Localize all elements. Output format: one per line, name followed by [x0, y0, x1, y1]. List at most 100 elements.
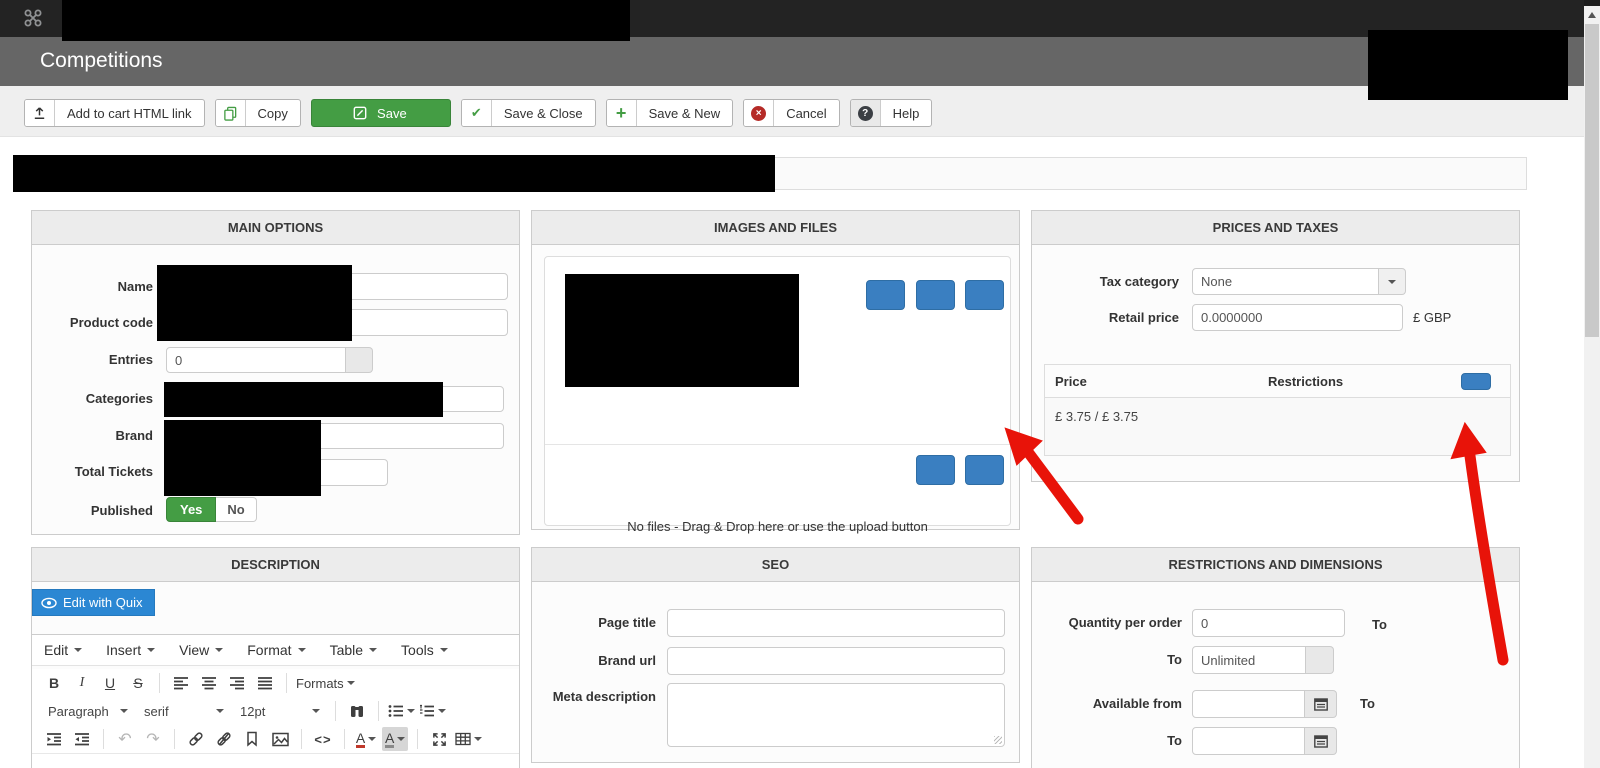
- align-center-button[interactable]: [197, 671, 221, 695]
- scroll-up-arrow[interactable]: [1588, 12, 1596, 18]
- menu-format[interactable]: Format: [247, 642, 306, 658]
- redacted-image-thumbnail: [565, 274, 799, 387]
- edit-with-quix-button[interactable]: Edit with Quix: [32, 589, 156, 616]
- brand-url-label: Brand url: [598, 653, 656, 668]
- justify-button[interactable]: [253, 671, 277, 695]
- chevron-down-icon: [216, 709, 224, 713]
- description-panel: DESCRIPTION Edit with Quix Edit Insert V…: [31, 547, 520, 768]
- bold-button[interactable]: B: [42, 671, 66, 695]
- brand-url-input[interactable]: [667, 647, 1005, 675]
- menu-insert[interactable]: Insert: [106, 642, 156, 658]
- editor-menubar: Edit Insert View Format Table Tools: [32, 634, 519, 666]
- currency-label: £ GBP: [1413, 310, 1452, 325]
- resize-grip[interactable]: [994, 736, 1002, 744]
- fullscreen-button[interactable]: [427, 727, 451, 751]
- menu-table[interactable]: Table: [330, 642, 378, 658]
- formats-dropdown[interactable]: Formats: [296, 671, 355, 695]
- images-dropzone[interactable]: No files - Drag & Drop here or use the u…: [544, 256, 1011, 534]
- save-and-new-button[interactable]: + Save & New: [605, 99, 734, 127]
- restrictions-column-header: Restrictions: [1268, 374, 1344, 389]
- anchor-button[interactable]: [240, 727, 264, 751]
- font-family-dropdown[interactable]: serif: [138, 699, 230, 723]
- quantity-to-input[interactable]: Unlimited: [1192, 646, 1306, 674]
- bullet-list-button[interactable]: [388, 699, 415, 723]
- undo-icon[interactable]: ↶: [113, 727, 137, 751]
- retail-price-input[interactable]: 0.0000000: [1192, 304, 1403, 331]
- editor-content-area[interactable]: [32, 753, 519, 768]
- seo-panel: SEO Page title Brand url Meta descriptio…: [531, 547, 1020, 763]
- paragraph-dropdown[interactable]: Paragraph: [42, 699, 134, 723]
- add-to-cart-html-link-button[interactable]: Add to cart HTML link: [24, 99, 205, 127]
- add-price-button[interactable]: [1461, 373, 1491, 390]
- menu-edit[interactable]: Edit: [44, 642, 83, 658]
- entries-addon[interactable]: [346, 347, 373, 373]
- image-action-button-2[interactable]: [916, 280, 955, 310]
- divider: [417, 729, 419, 749]
- button-label: Copy: [257, 105, 288, 121]
- italic-button[interactable]: I: [70, 671, 94, 695]
- scrollbar-thumb[interactable]: [1585, 24, 1599, 337]
- published-label: Published: [90, 503, 153, 518]
- total-tickets-label: Total Tickets: [74, 464, 153, 479]
- background-color-button[interactable]: A: [382, 727, 409, 751]
- cancel-icon: ×: [744, 100, 775, 126]
- vertical-scrollbar[interactable]: [1584, 0, 1600, 768]
- chevron-down-icon: [368, 737, 377, 741]
- remove-link-button[interactable]: [212, 727, 236, 751]
- available-from-input[interactable]: [1192, 690, 1305, 718]
- indent-button[interactable]: [70, 727, 94, 751]
- available-from-calendar-button[interactable]: [1305, 690, 1337, 718]
- panel-title: MAIN OPTIONS: [32, 211, 519, 245]
- help-button[interactable]: ? Help: [849, 99, 933, 127]
- align-left-button[interactable]: [169, 671, 193, 695]
- file-action-button-1[interactable]: [916, 455, 955, 485]
- quantity-per-order-input[interactable]: 0: [1192, 609, 1345, 637]
- published-yes-button[interactable]: Yes: [166, 497, 217, 522]
- outdent-button[interactable]: [42, 727, 66, 751]
- chevron-down-icon: [312, 709, 320, 713]
- product-code-label: Product code: [69, 315, 153, 330]
- tax-category-label: Tax category: [1099, 274, 1179, 289]
- cancel-button[interactable]: × Cancel: [743, 99, 840, 127]
- quantity-to-addon[interactable]: [1306, 646, 1334, 674]
- editor-toolbar-row1: B I U S Formats: [32, 669, 519, 697]
- file-upload-button[interactable]: [965, 455, 1004, 485]
- button-label: Add to cart HTML link: [67, 105, 192, 121]
- page-title-input[interactable]: [667, 609, 1005, 637]
- align-right-button[interactable]: [225, 671, 249, 695]
- insert-link-button[interactable]: [184, 727, 208, 751]
- available-to-input[interactable]: [1192, 727, 1305, 755]
- source-code-button[interactable]: <>: [311, 727, 335, 751]
- insert-image-button[interactable]: [268, 727, 292, 751]
- find-replace-icon[interactable]: [345, 699, 369, 723]
- price-row-value: £ 3.75 / £ 3.75: [1055, 409, 1139, 424]
- divider: [545, 444, 1010, 445]
- page-title-label: Page title: [598, 615, 656, 630]
- image-action-button-3[interactable]: [965, 280, 1004, 310]
- action-toolbar: Add to cart HTML link Copy Save ✔ Save &…: [24, 99, 933, 127]
- to-label: To: [1167, 733, 1182, 748]
- underline-button[interactable]: U: [98, 671, 122, 695]
- strikethrough-button[interactable]: S: [126, 671, 150, 695]
- image-action-button-1[interactable]: [866, 280, 905, 310]
- chevron-down-icon: [439, 648, 448, 652]
- numbered-list-button[interactable]: [419, 699, 446, 723]
- menu-tools[interactable]: Tools: [401, 642, 448, 658]
- redo-icon[interactable]: ↷: [141, 727, 165, 751]
- chevron-down-icon: [397, 737, 406, 741]
- save-and-close-button[interactable]: ✔ Save & Close: [460, 99, 596, 127]
- available-to-calendar-button[interactable]: [1305, 727, 1337, 755]
- tax-category-select[interactable]: None: [1192, 268, 1379, 295]
- table-button[interactable]: [455, 727, 483, 751]
- save-button[interactable]: Save: [310, 99, 451, 127]
- button-label: Save & New: [648, 105, 721, 121]
- menu-view[interactable]: View: [179, 642, 224, 658]
- entries-input[interactable]: 0: [166, 347, 346, 373]
- meta-description-textarea[interactable]: [667, 683, 1005, 747]
- tax-category-caret-button[interactable]: [1379, 268, 1406, 295]
- calendar-icon: [1313, 697, 1328, 711]
- font-size-dropdown[interactable]: 12pt: [234, 699, 326, 723]
- published-no-button[interactable]: No: [216, 497, 257, 522]
- text-color-button[interactable]: A: [354, 727, 378, 751]
- copy-button[interactable]: Copy: [214, 99, 301, 127]
